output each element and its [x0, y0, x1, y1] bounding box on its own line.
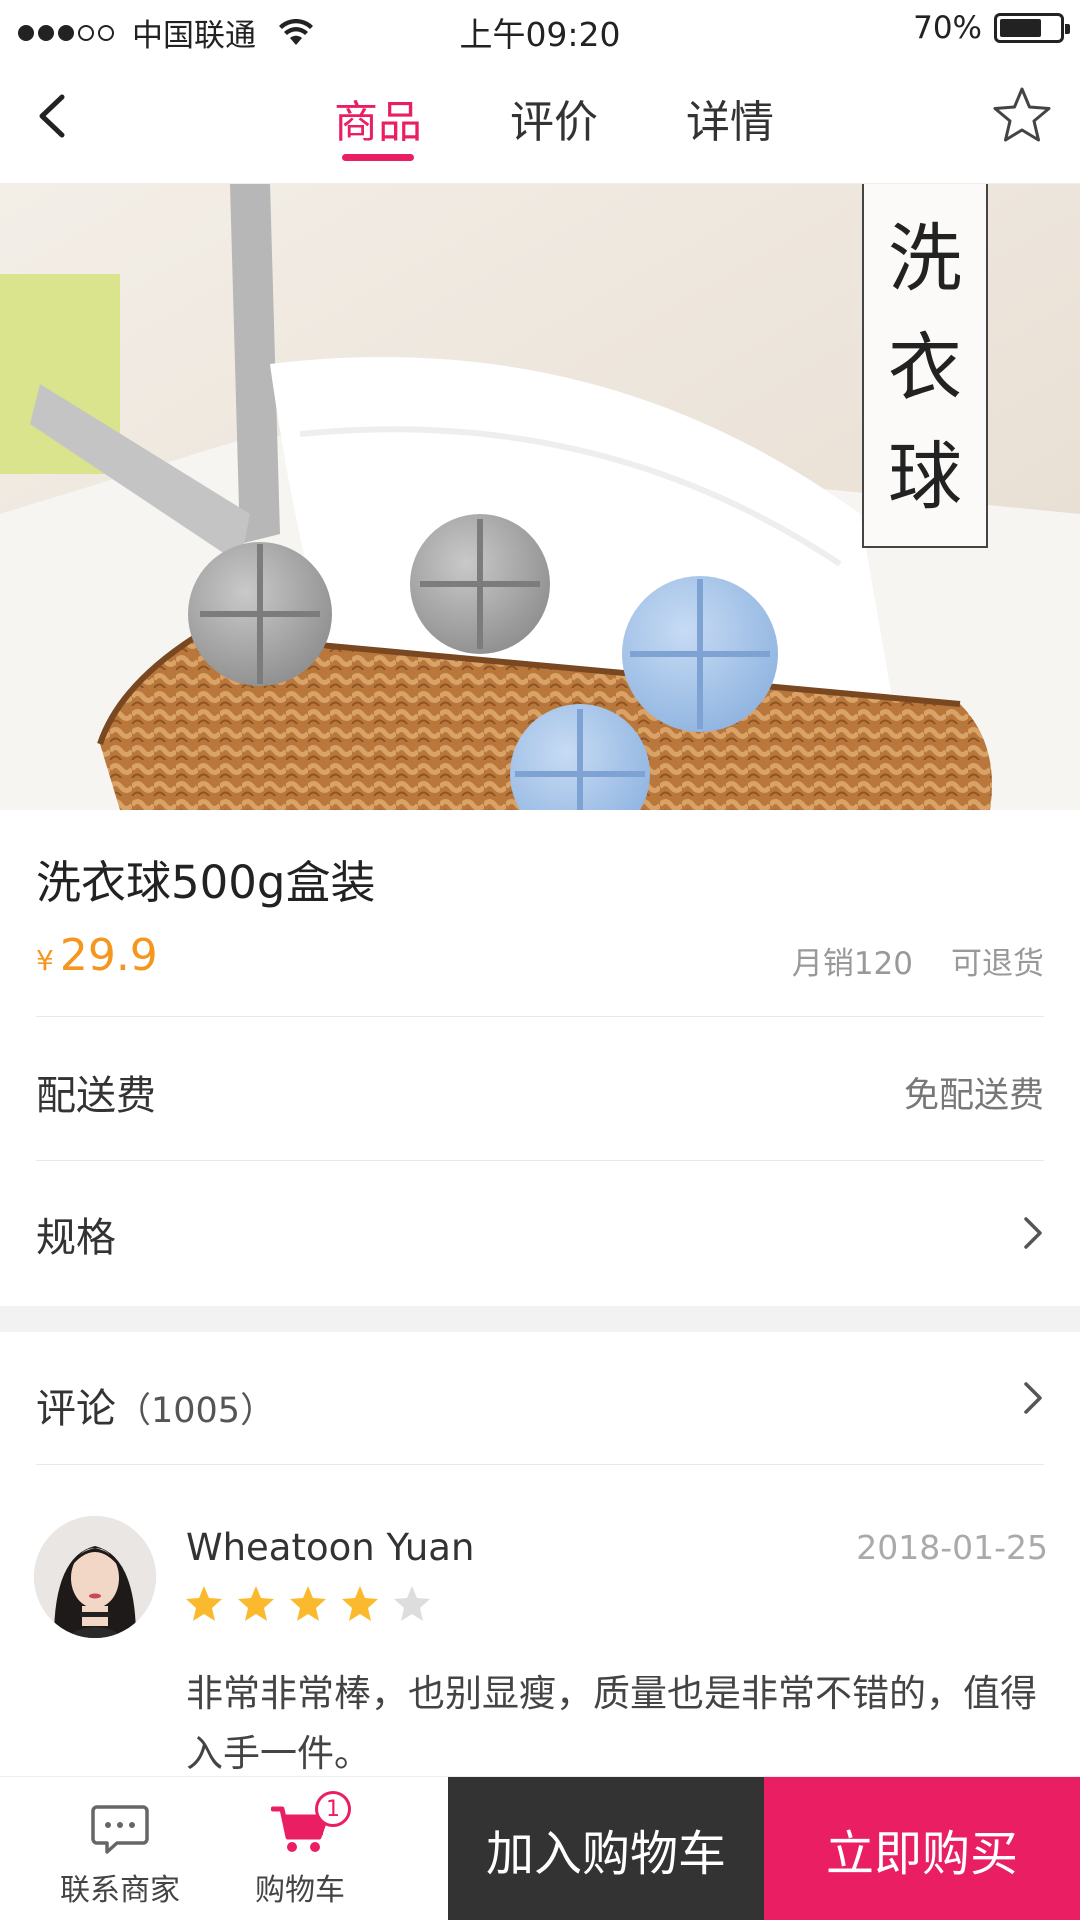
active-tab-indicator: [342, 154, 414, 161]
spec-row[interactable]: 规格: [0, 1161, 1080, 1303]
divider: [36, 1464, 1044, 1465]
comments-header: 评论（1005）: [36, 1376, 275, 1434]
contact-merchant-button[interactable]: 联系商家: [40, 1777, 200, 1920]
tab-product-label: 商品: [334, 97, 422, 148]
sales-meta: 月销120 可退货: [792, 938, 1044, 983]
hero-badge-char: 球: [888, 434, 962, 521]
battery-percent: 70%: [913, 10, 982, 46]
monthly-sales: 月销120: [791, 946, 913, 982]
cart-button[interactable]: 1 购物车: [220, 1777, 380, 1920]
avatar[interactable]: [34, 1516, 156, 1638]
bottom-action-bar: 联系商家 1 购物车 加入购物车 立即购买: [0, 1776, 1080, 1920]
tab-reviews-label: 评价: [510, 97, 598, 148]
star-filled-icon: [342, 1586, 378, 1621]
review-date: 2018-01-25: [856, 1528, 1048, 1567]
tab-bar: 商品 评价 详情: [290, 86, 818, 166]
cart-count-badge: 1: [315, 1791, 351, 1827]
return-policy: 可退货: [951, 946, 1044, 982]
tab-details[interactable]: 详情: [642, 86, 818, 166]
section-separator: [0, 1306, 1080, 1332]
product-hero-image: 洗 衣 球: [0, 184, 1080, 810]
price-amount: 29.9: [59, 930, 158, 981]
tab-details-label: 详情: [686, 97, 774, 148]
tab-product[interactable]: 商品: [290, 86, 466, 166]
hero-badge-char: 洗: [888, 215, 962, 302]
currency-symbol: ¥: [36, 944, 54, 977]
spec-label: 规格: [36, 1215, 116, 1261]
product-price: ¥ 29.9: [36, 930, 158, 981]
nav-header: 商品 评价 详情: [0, 56, 1080, 184]
comments-label: 评论: [36, 1386, 116, 1432]
cart-label: 购物车: [255, 1873, 345, 1908]
star-filled-icon: [186, 1586, 222, 1621]
chevron-right-icon: [1024, 1382, 1042, 1414]
shopping-cart-icon: 1: [270, 1791, 351, 1855]
status-right: 70%: [913, 10, 1070, 46]
review-rating: [184, 1584, 444, 1624]
delivery-fee-row: 配送费 免配送费: [0, 1017, 1080, 1159]
product-title: 洗衣球500g盒装: [36, 856, 376, 909]
comments-count: （1005）: [116, 1391, 276, 1431]
chat-bubble-icon: [91, 1803, 149, 1855]
delivery-fee-value: 免配送费: [903, 1076, 1044, 1116]
chevron-right-icon: [1024, 1217, 1042, 1249]
favorite-button[interactable]: [990, 84, 1054, 148]
battery-icon: [994, 13, 1070, 43]
user-avatar-image: [34, 1516, 156, 1638]
back-button[interactable]: [22, 86, 82, 146]
review-text: 非常非常棒，也别显瘦，质量也是非常不错的，值得入手一件。: [186, 1672, 1037, 1775]
star-filled-icon: [238, 1586, 274, 1621]
reviewer-name: Wheatoon Yuan: [186, 1526, 475, 1569]
tab-reviews[interactable]: 评价: [466, 86, 642, 166]
add-to-cart-button[interactable]: 加入购物车: [448, 1777, 764, 1920]
contact-merchant-label: 联系商家: [60, 1873, 180, 1908]
star-empty-icon: [394, 1586, 430, 1621]
buy-now-button[interactable]: 立即购买: [764, 1777, 1080, 1920]
hero-title-badge: 洗 衣 球: [862, 184, 988, 548]
delivery-fee-label: 配送费: [36, 1073, 156, 1119]
status-bar: 中国联通 上午09:20 70%: [0, 0, 1080, 56]
star-outline-icon: [993, 87, 1051, 142]
star-filled-icon: [290, 1586, 326, 1621]
chevron-left-icon: [39, 94, 65, 138]
hero-badge-char: 衣: [888, 324, 962, 411]
